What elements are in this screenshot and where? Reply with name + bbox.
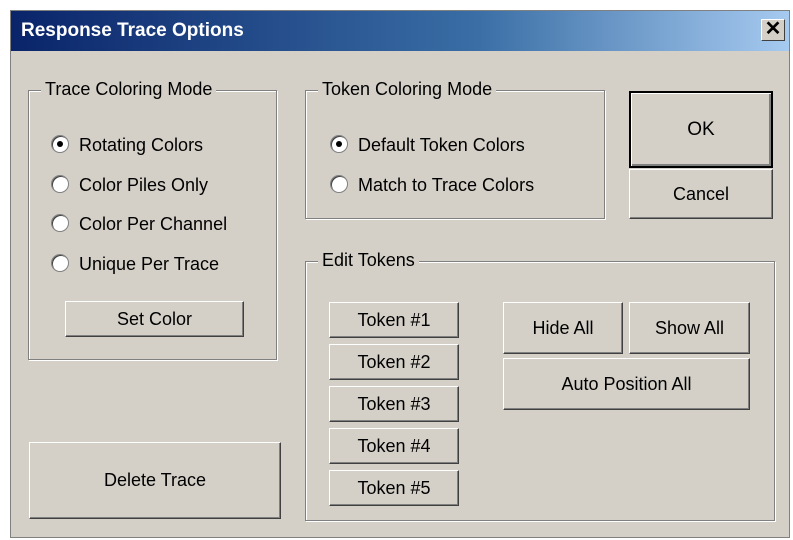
radio-selected-icon — [51, 135, 69, 154]
cancel-button[interactable]: Cancel — [629, 169, 773, 219]
radio-default-token-colors[interactable]: Default Token Colors — [330, 135, 525, 156]
trace-coloring-mode-legend: Trace Coloring Mode — [41, 79, 217, 100]
token-5-button[interactable]: Token #5 — [329, 470, 459, 506]
radio-label: Rotating Colors — [79, 135, 204, 155]
set-color-button[interactable]: Set Color — [65, 301, 244, 337]
radio-unselected-icon — [51, 214, 69, 233]
edit-tokens-group: Edit Tokens Token #1 Token #2 Token #3 T… — [305, 250, 775, 521]
hide-all-button[interactable]: Hide All — [503, 302, 623, 354]
radio-color-per-channel[interactable]: Color Per Channel — [51, 214, 227, 235]
token-1-button[interactable]: Token #1 — [329, 302, 459, 338]
delete-trace-button[interactable]: Delete Trace — [29, 442, 281, 519]
token-coloring-mode-legend: Token Coloring Mode — [318, 79, 497, 100]
radio-label: Color Piles Only — [79, 175, 209, 195]
close-icon[interactable]: ✕ — [761, 19, 785, 41]
radio-label: Color Per Channel — [79, 214, 228, 234]
radio-label: Unique Per Trace — [79, 254, 220, 274]
token-4-button[interactable]: Token #4 — [329, 428, 459, 464]
radio-selected-icon — [330, 135, 348, 154]
show-all-button[interactable]: Show All — [629, 302, 750, 354]
radio-unique-per-trace[interactable]: Unique Per Trace — [51, 254, 219, 275]
radio-label: Default Token Colors — [358, 135, 525, 155]
radio-unselected-icon — [51, 175, 69, 194]
edit-tokens-legend: Edit Tokens — [318, 250, 419, 271]
window-title: Response Trace Options — [21, 20, 244, 41]
title-bar[interactable]: Response Trace Options ✕ — [11, 11, 789, 51]
token-coloring-mode-group: Token Coloring Mode Default Token Colors… — [305, 79, 605, 219]
token-3-button[interactable]: Token #3 — [329, 386, 459, 422]
radio-unselected-icon — [330, 175, 348, 194]
auto-position-all-button[interactable]: Auto Position All — [503, 358, 750, 410]
token-2-button[interactable]: Token #2 — [329, 344, 459, 380]
radio-unselected-icon — [51, 254, 69, 273]
ok-button[interactable]: OK — [629, 91, 773, 168]
radio-match-to-trace-colors[interactable]: Match to Trace Colors — [330, 175, 534, 196]
radio-color-piles-only[interactable]: Color Piles Only — [51, 175, 208, 196]
radio-label: Match to Trace Colors — [358, 175, 535, 195]
response-trace-options-dialog: Response Trace Options ✕ Trace Coloring … — [10, 10, 790, 538]
radio-rotating-colors[interactable]: Rotating Colors — [51, 135, 203, 156]
trace-coloring-mode-group: Trace Coloring Mode Rotating Colors Colo… — [28, 79, 277, 360]
